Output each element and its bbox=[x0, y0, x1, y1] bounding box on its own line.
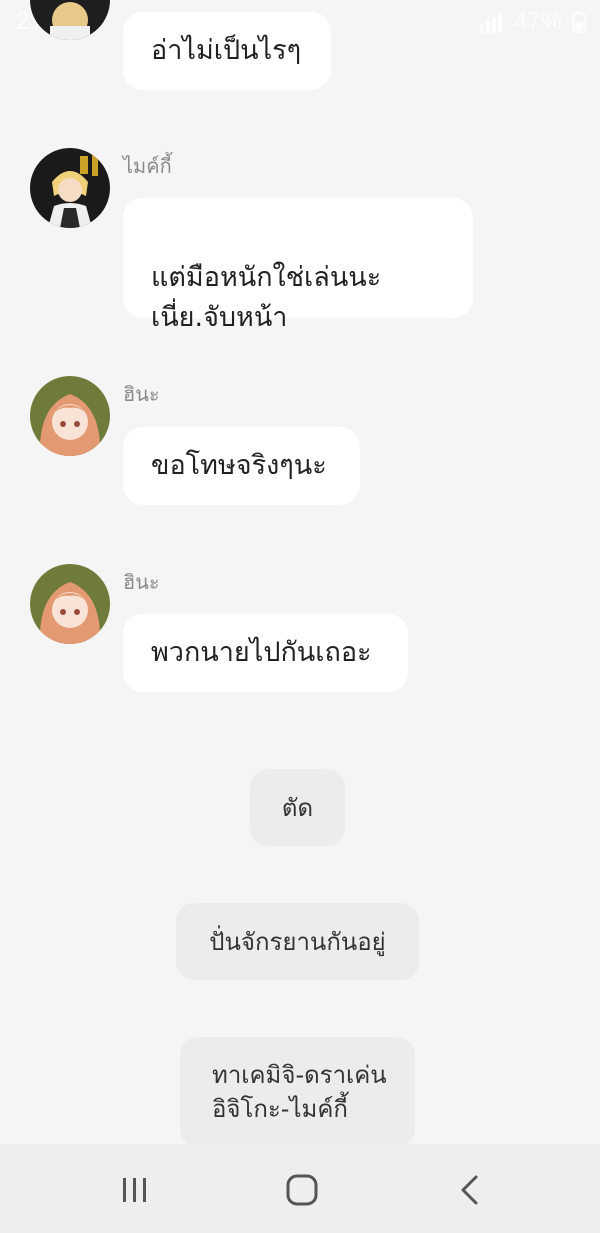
recent-apps-icon[interactable] bbox=[111, 1170, 159, 1210]
back-icon[interactable] bbox=[446, 1170, 494, 1210]
message-bubble: พวกนายไปกันเถอะ bbox=[123, 614, 408, 692]
hina-avatar[interactable] bbox=[30, 564, 110, 644]
choice-button[interactable]: ตัด bbox=[250, 769, 345, 846]
choice-button[interactable]: ทาเคมิจิ-ดราเค่น อิจิโกะ-ไมค์กี้ bbox=[180, 1037, 415, 1147]
message-bubble: แต่มือหนักใช่เล่นนะ เนี่ย.จับหน้า bbox=[123, 198, 473, 333]
sender-name: ฮินะ bbox=[123, 570, 160, 594]
battery-icon bbox=[572, 11, 586, 33]
mikey-avatar[interactable] bbox=[30, 148, 110, 228]
choice-label: ทาเคมิจิ-ดราเค่น อิจิโกะ-ไมค์กี้ bbox=[212, 1061, 387, 1123]
message-text: แต่มือหนักใช่เล่นนะ เนี่ย.จับหน้า bbox=[151, 262, 382, 333]
choice-label: ตัด bbox=[281, 793, 314, 822]
battery-percent: 47% bbox=[513, 8, 562, 35]
sender-name: ไมค์กี้ bbox=[123, 154, 172, 178]
hina-avatar[interactable] bbox=[30, 376, 110, 456]
message-bubble: อ่าไม่เป็นไรๆ bbox=[123, 12, 331, 90]
choice-label: ปั่นจักรยานกันอยู่ bbox=[209, 927, 386, 956]
home-icon[interactable] bbox=[278, 1170, 326, 1210]
signal-icon bbox=[478, 11, 504, 33]
message-text: อ่าไม่เป็นไรๆ bbox=[151, 35, 302, 66]
message-bubble: ขอโทษจริงๆนะ bbox=[123, 427, 360, 505]
message-text: พวกนายไปกันเถอะ bbox=[151, 637, 372, 668]
sender-name: ฮินะ bbox=[123, 382, 160, 406]
choice-button[interactable]: ปั่นจักรยานกันอยู่ bbox=[176, 903, 419, 980]
navigation-bar bbox=[0, 1144, 600, 1233]
message-text: ขอโทษจริงๆนะ bbox=[151, 450, 327, 481]
